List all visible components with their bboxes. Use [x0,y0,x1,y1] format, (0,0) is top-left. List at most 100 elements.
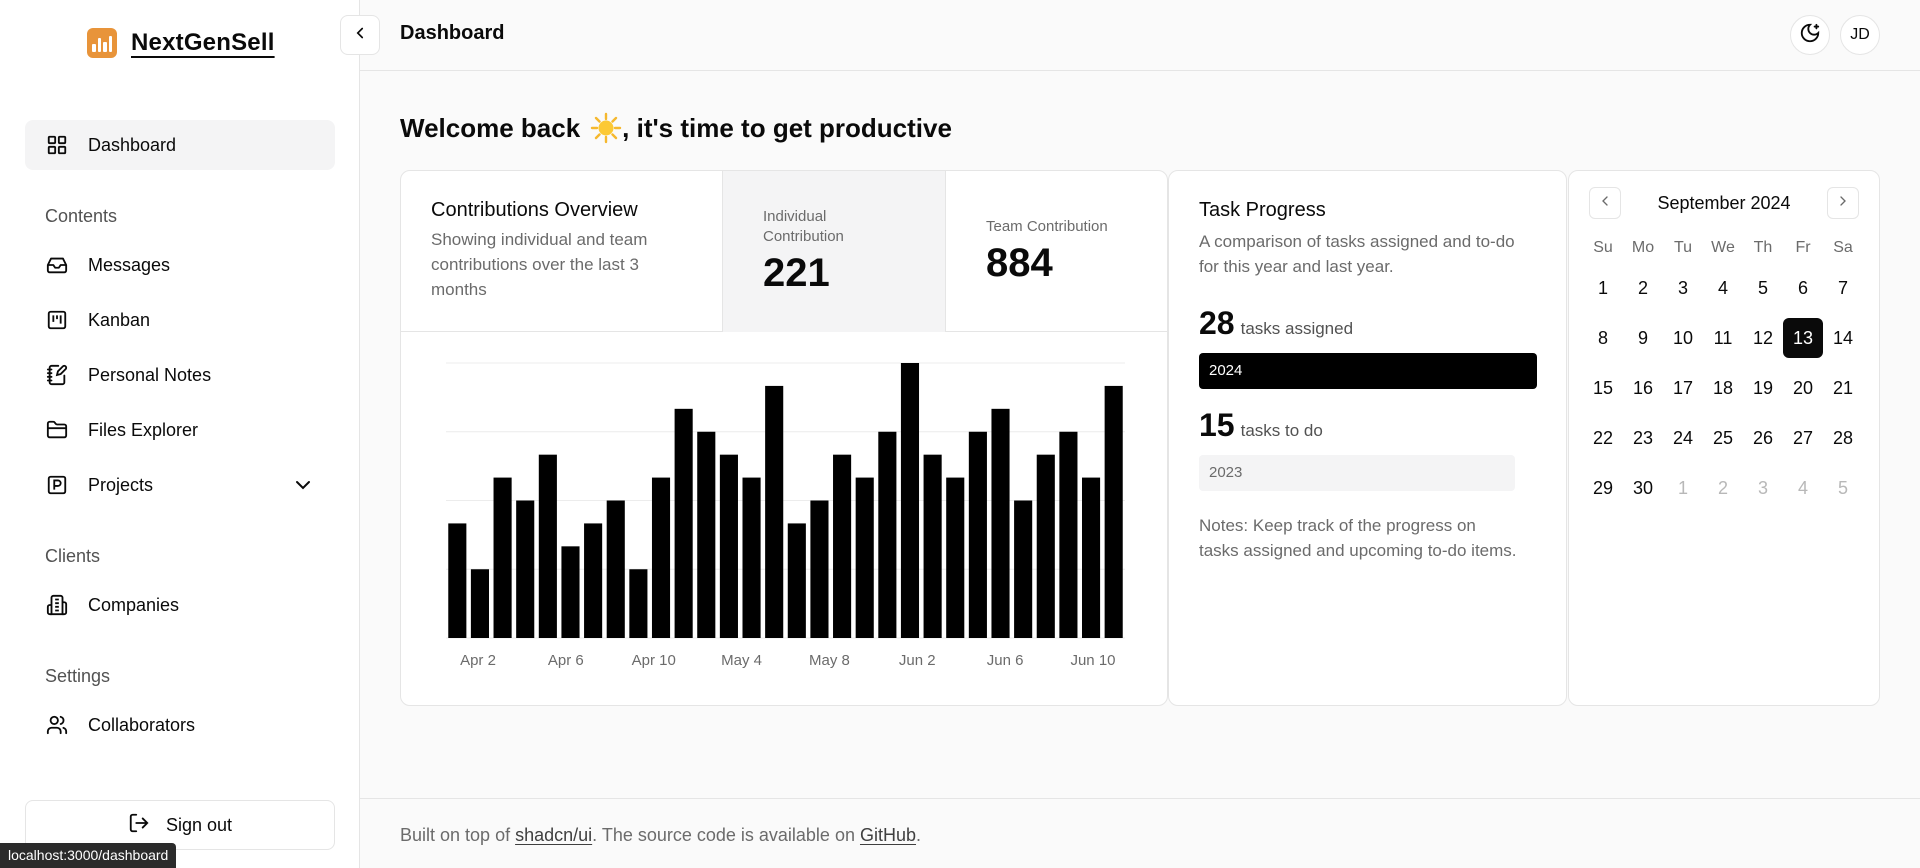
chart-bar[interactable] [1036,454,1055,638]
calendar-day[interactable]: 23 [1623,413,1663,463]
sidebar-item-messages[interactable]: Messages [25,240,335,290]
chevron-left-icon [351,24,369,47]
chart-bar[interactable] [1014,500,1033,639]
calendar-week-row: 8 9 10 11 12 13 14 [1583,313,1863,363]
calendar-day[interactable]: 29 [1583,463,1623,513]
team-contribution-tab[interactable]: Team Contribution 884 [945,171,1168,332]
github-link[interactable]: GitHub [860,825,916,845]
calendar-day[interactable]: 6 [1783,263,1823,313]
calendar-grid: Su Mo Tu We Th Fr Sa 1 2 3 4 5 6 7 8 9 1… [1583,233,1863,513]
calendar-day[interactable]: 11 [1703,313,1743,363]
kanban-icon [45,308,69,332]
chart-bar[interactable] [697,431,716,638]
chart-bar[interactable] [470,569,490,638]
chart-bar[interactable] [448,523,467,638]
chart-bar[interactable] [538,454,557,638]
calendar-day[interactable]: 30 [1623,463,1663,513]
chart-bar[interactable] [719,454,738,638]
chart-bar[interactable] [787,523,806,638]
tasks-todo-row: 15 tasks to do [1199,407,1323,444]
weekday-label: Mo [1631,239,1655,256]
calendar-day-outside[interactable]: 2 [1703,463,1743,513]
calendar-day-selected[interactable]: 13 [1783,313,1823,363]
calendar-day[interactable]: 27 [1783,413,1823,463]
chart-bar[interactable] [1104,385,1123,638]
calendar-day[interactable]: 20 [1783,363,1823,413]
chart-bar[interactable] [584,523,603,638]
chart-bar[interactable] [765,385,784,638]
chart-bar[interactable] [674,408,693,638]
calendar-day-outside[interactable]: 1 [1663,463,1703,513]
chart-bar[interactable] [606,500,625,639]
footer-middle: . The source code is available on [592,825,860,845]
chart-bar[interactable] [900,363,920,638]
section-label-settings: Settings [45,666,111,686]
calendar-day[interactable]: 8 [1583,313,1623,363]
calendar-day[interactable]: 15 [1583,363,1623,413]
calendar-day[interactable]: 25 [1703,413,1743,463]
contributions-card: Contributions Overview Showing individua… [400,170,1168,706]
avatar[interactable]: JD [1840,15,1880,55]
calendar-day[interactable]: 19 [1743,363,1783,413]
chevron-down-icon[interactable] [291,473,315,497]
chart-bar[interactable] [516,500,535,639]
calendar-card: September 2024 Su Mo Tu We Th Fr Sa 1 2 … [1568,170,1880,706]
calendar-day[interactable]: 16 [1623,363,1663,413]
calendar-day[interactable]: 22 [1583,413,1623,463]
calendar-day[interactable]: 24 [1663,413,1703,463]
calendar-day[interactable]: 18 [1703,363,1743,413]
calendar-day[interactable]: 10 [1663,313,1703,363]
individual-contribution-tab[interactable]: Individual Contribution 221 [722,171,945,332]
tasks-assigned-count: 28 [1199,305,1235,341]
x-tick-label: May 4 [721,652,762,669]
sidebar-item-projects[interactable]: Projects [25,460,335,510]
calendar-prev-button[interactable] [1589,187,1621,219]
chart-bar[interactable] [855,477,874,638]
sidebar-item-personal-notes[interactable]: Personal Notes [25,350,335,400]
brand[interactable]: NextGenSell [87,28,275,58]
chart-bar[interactable] [946,477,965,638]
sidebar-item-collaborators[interactable]: Collaborators [25,700,335,750]
calendar-day[interactable]: 28 [1823,413,1863,463]
x-tick-label: Apr 10 [632,652,676,669]
calendar-day[interactable]: 4 [1703,263,1743,313]
sidebar-item-files-explorer[interactable]: Files Explorer [25,405,335,455]
calendar-day[interactable]: 14 [1823,313,1863,363]
chart-bar[interactable] [991,408,1010,638]
shadcn-link[interactable]: shadcn/ui [515,825,592,845]
calendar-day[interactable]: 5 [1743,263,1783,313]
calendar-day[interactable]: 26 [1743,413,1783,463]
chart-bar[interactable] [810,500,829,639]
chart-bar[interactable] [629,569,648,638]
calendar-day[interactable]: 1 [1583,263,1623,313]
chart-bar[interactable] [968,431,987,638]
calendar-day[interactable]: 21 [1823,363,1863,413]
calendar-day[interactable]: 9 [1623,313,1663,363]
sidebar-item-companies[interactable]: Companies [25,580,335,630]
grid-icon [45,133,69,157]
chart-bar[interactable] [742,477,761,638]
chart-bar[interactable] [493,477,512,638]
brand-name[interactable]: NextGenSell [131,29,275,57]
theme-toggle-button[interactable] [1790,15,1830,55]
chart-bar[interactable] [1059,431,1078,638]
calendar-day-outside[interactable]: 3 [1743,463,1783,513]
calendar-day[interactable]: 2 [1623,263,1663,313]
calendar-day[interactable]: 17 [1663,363,1703,413]
calendar-next-button[interactable] [1827,187,1859,219]
selected-day-label: 13 [1783,318,1823,358]
chart-bar[interactable] [833,454,852,638]
sidebar-item-kanban[interactable]: Kanban [25,295,335,345]
calendar-day[interactable]: 7 [1823,263,1863,313]
calendar-day-outside[interactable]: 5 [1823,463,1863,513]
sidebar-item-dashboard[interactable]: Dashboard [25,120,335,170]
chart-bar[interactable] [1081,477,1101,638]
chart-bar[interactable] [561,546,580,638]
chart-bar[interactable] [651,477,671,638]
calendar-day[interactable]: 12 [1743,313,1783,363]
calendar-day-outside[interactable]: 4 [1783,463,1823,513]
chart-bar[interactable] [878,431,897,638]
collapse-sidebar-button[interactable] [340,15,380,55]
chart-bar[interactable] [923,454,942,638]
calendar-day[interactable]: 3 [1663,263,1703,313]
